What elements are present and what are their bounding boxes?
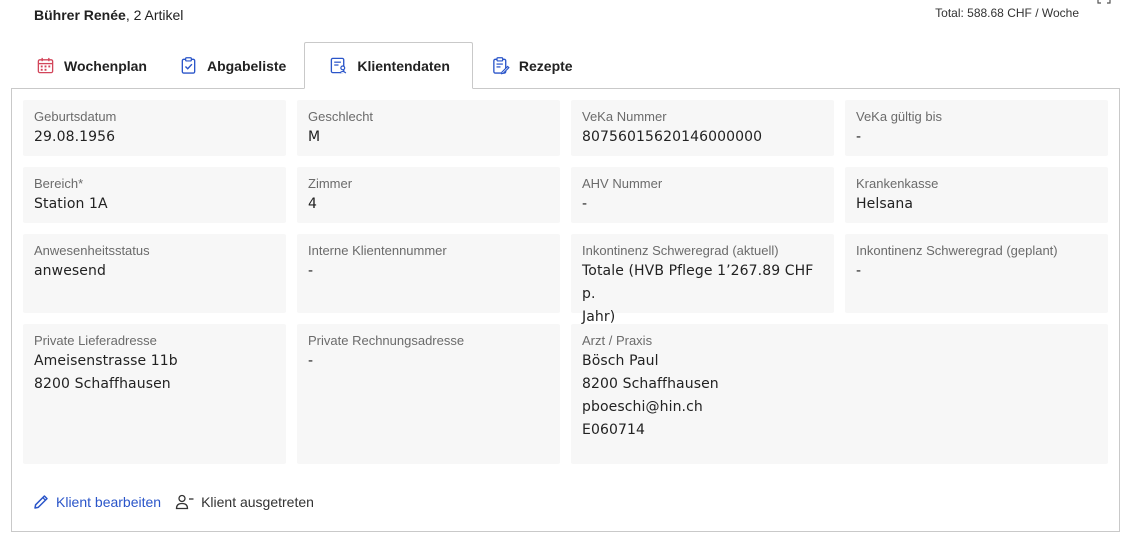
field-geschlecht: Geschlecht M (297, 100, 560, 156)
field-label: Zimmer (308, 176, 353, 191)
field-value: Helsana (856, 196, 914, 212)
field-label: Private Lieferadresse (34, 333, 157, 348)
field-label: Geschlecht (308, 109, 374, 124)
field-ahv-nummer: AHV Nummer - (571, 167, 834, 223)
field-label: Private Rechnungsadresse (308, 333, 465, 348)
doctor-code: E060714 (582, 422, 645, 438)
field-private-lieferadresse: Private Lieferadresse Ameisenstrasse 11b… (23, 324, 286, 464)
field-inkontinenz-geplant: Inkontinenz Schweregrad (geplant) - (845, 234, 1108, 313)
pencil-icon (34, 495, 48, 509)
tab-abgabeliste[interactable]: Abgabeliste (165, 42, 300, 89)
edit-client-button[interactable]: Klient bearbeiten (32, 493, 161, 511)
field-label: Anwesenheitsstatus (34, 243, 150, 258)
field-label: VeKa gültig bis (856, 109, 943, 124)
field-private-rechnungsadresse: Private Rechnungsadresse - (297, 324, 560, 464)
field-value: M (308, 129, 321, 145)
field-anwesenheitsstatus: Anwesenheitsstatus anwesend (23, 234, 286, 313)
field-veka-gueltig: VeKa gültig bis - (845, 100, 1108, 156)
tab-rezepte[interactable]: Rezepte (477, 42, 587, 89)
field-value: anwesend (34, 263, 106, 279)
field-value: - (856, 129, 862, 145)
tab-wochenplan[interactable]: Wochenplan (22, 42, 161, 89)
address-line: 8200 Schaffhausen (34, 376, 171, 392)
field-geburtsdatum: Geburtsdatum 29.08.1956 (23, 100, 286, 156)
user-minus-icon (175, 494, 194, 510)
field-bereich: Bereich* Station 1A (23, 167, 286, 223)
field-label: Inkontinenz Schweregrad (aktuell) (582, 243, 779, 258)
prescription-icon (493, 57, 510, 75)
item-count: , 2 Artikel (125, 7, 184, 23)
field-interne-klientennummer: Interne Klientennummer - (297, 234, 560, 313)
tab-label: Rezepte (518, 57, 573, 74)
expand-icon[interactable] (1097, 0, 1111, 4)
field-value: Station 1A (34, 196, 108, 212)
field-value-line: Totale (HVB Pflege 1’267.89 CHF p. (582, 263, 814, 302)
field-label: Inkontinenz Schweregrad (geplant) (856, 243, 1058, 258)
client-name: Bührer Renée (34, 7, 126, 23)
field-label: Geburtsdatum (34, 109, 117, 124)
tab-label: Klientendaten (357, 57, 450, 74)
field-veka-nummer: VeKa Nummer 80756015620146000000 (571, 100, 834, 156)
field-label: Bereich* (34, 176, 84, 191)
field-label: Interne Klientennummer (308, 243, 447, 258)
field-value: 4 (308, 196, 318, 212)
tab-label: Abgabeliste (206, 57, 287, 74)
field-value: - (582, 196, 588, 212)
field-value: - (308, 263, 314, 279)
tab-bar: Wochenplan Abgabeliste Klientendaten Rez… (22, 42, 591, 89)
clipboard-check-icon (181, 57, 196, 74)
tab-label: Wochenplan (64, 57, 147, 74)
client-summary: Bührer Renée, 2 Artikel (34, 7, 183, 23)
field-label: Arzt / Praxis (582, 333, 653, 348)
header-bar: Bührer Renée, 2 Artikel Total: 588.68 CH… (0, 0, 1127, 40)
doctor-city: 8200 Schaffhausen (582, 376, 719, 392)
action-bar: Klient bearbeiten Klient ausgetreten (32, 493, 314, 511)
client-data-panel: Geburtsdatum 29.08.1956 Geschlecht M VeK… (11, 88, 1120, 532)
field-value: - (856, 263, 862, 279)
edit-client-label: Klient bearbeiten (56, 494, 162, 510)
field-label: VeKa Nummer (582, 109, 667, 124)
field-arzt-praxis: Arzt / Praxis Bösch Paul 8200 Schaffhaus… (571, 324, 1108, 464)
field-value: 80756015620146000000 (582, 129, 763, 145)
field-label: AHV Nummer (582, 176, 663, 191)
field-value: - (308, 353, 314, 369)
client-exited-label: Klient ausgetreten (201, 494, 314, 510)
address-line: Ameisenstrasse 11b (34, 353, 178, 369)
weekly-total: Total: 588.68 CHF / Woche (935, 6, 1079, 20)
field-inkontinenz-aktuell: Inkontinenz Schweregrad (aktuell) Totale… (571, 234, 834, 325)
doctor-name: Bösch Paul (582, 353, 659, 369)
calendar-icon (37, 57, 54, 74)
field-label: Krankenkasse (856, 176, 939, 191)
field-krankenkasse: Krankenkasse Helsana (845, 167, 1108, 223)
client-exited-button[interactable]: Klient ausgetreten (175, 493, 314, 511)
field-zimmer: Zimmer 4 (297, 167, 560, 223)
field-value: 29.08.1956 (34, 129, 116, 145)
tab-klientendaten[interactable]: Klientendaten (304, 42, 473, 89)
doctor-email: pboeschi@hin.ch (582, 399, 703, 415)
client-record-icon (331, 57, 347, 74)
